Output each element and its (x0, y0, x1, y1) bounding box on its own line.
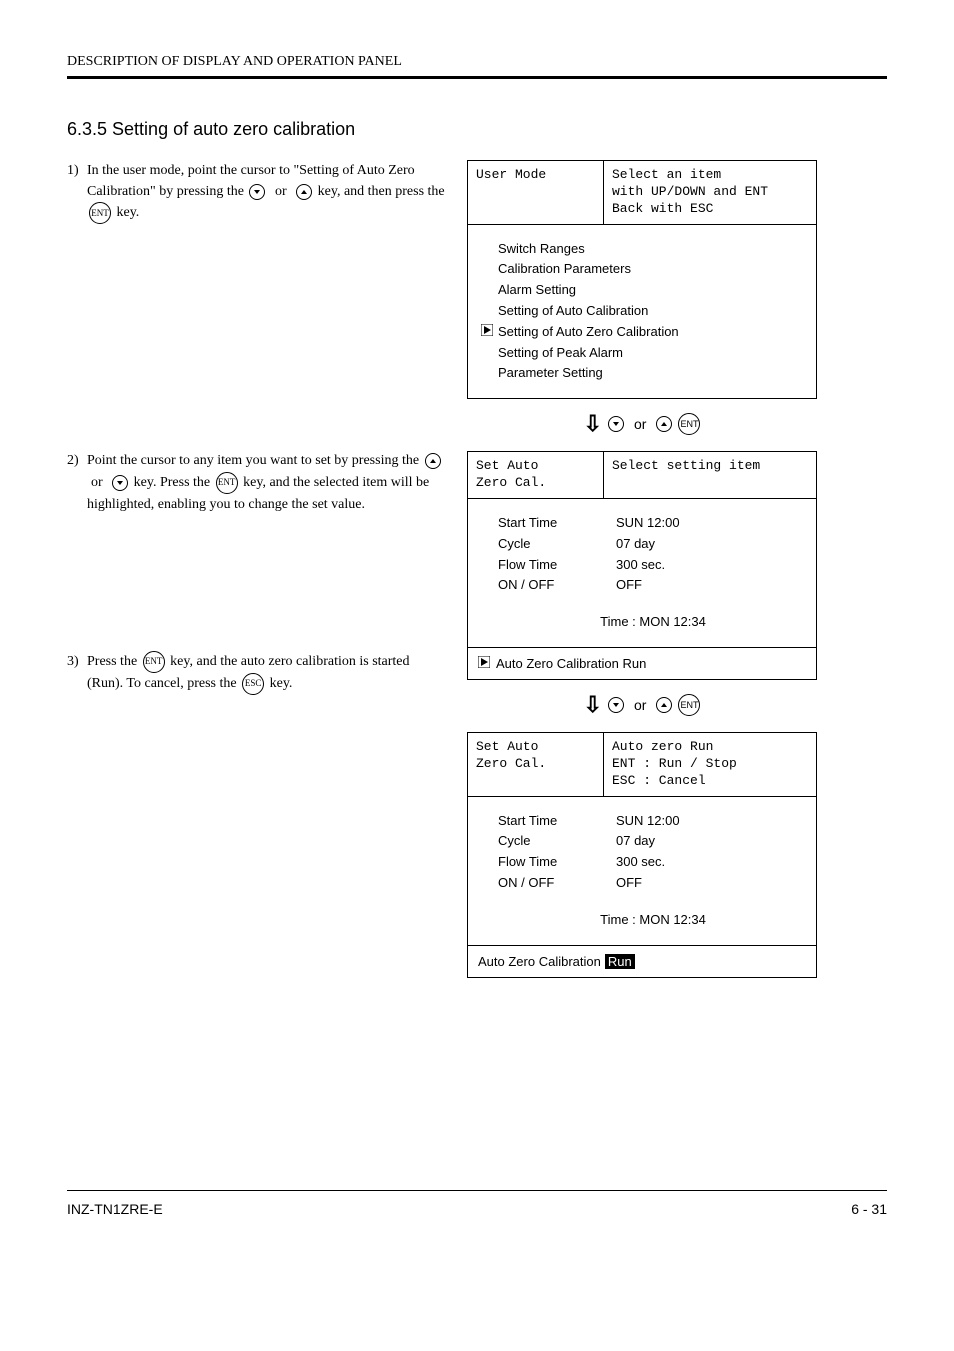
param-value: SUN 12:00 (616, 513, 808, 534)
cursor-icon (478, 656, 490, 671)
footer-left: INZ-TN1ZRE-E (67, 1201, 163, 1217)
screen-title: Zero Cal. (476, 756, 595, 773)
or-text: or (275, 184, 287, 199)
screen-hint: Auto zero Run (612, 739, 808, 756)
time-display: Time : MON 12:34 (498, 910, 808, 931)
param-value: SUN 12:00 (616, 811, 808, 832)
screen-title: Zero Cal. (476, 475, 595, 492)
param-value: 300 sec. (616, 555, 808, 576)
menu-item: Setting of Auto Calibration (498, 301, 648, 322)
instruction-number: 2) (67, 450, 87, 514)
screen-user-mode: User Mode Select an item with UP/DOWN an… (467, 160, 817, 399)
up-arrow-icon (656, 697, 672, 713)
param-value: OFF (616, 575, 808, 596)
param-label: Cycle (498, 831, 616, 852)
or-text: or (634, 697, 646, 713)
screen-hint: Back with ESC (612, 201, 808, 218)
screen-title: Set Auto (476, 739, 595, 756)
down-arrow-icon (608, 697, 624, 713)
param-value: OFF (616, 873, 808, 894)
time-display: Time : MON 12:34 (498, 612, 808, 633)
screen-hint: ENT : Run / Stop (612, 756, 808, 773)
ent-button-icon: ENT (216, 472, 238, 494)
footer-highlight: Run (605, 954, 635, 969)
screen-hint: with UP/DOWN and ENT (612, 184, 808, 201)
param-value: 07 day (616, 534, 808, 555)
param-label: Flow Time (498, 555, 616, 576)
header-rule-thick (67, 76, 887, 79)
instruction-2: 2) Point the cursor to any item you want… (67, 450, 447, 514)
screen-set-auto-zero-cal: Set Auto Zero Cal. Select setting item S… (467, 451, 817, 680)
menu-item: Switch Ranges (498, 239, 585, 260)
screen-hint: Select an item (612, 167, 808, 184)
transition-indicator: ⇩ or ENT (467, 692, 817, 718)
param-value: 300 sec. (616, 852, 808, 873)
ent-button-icon: ENT (89, 202, 111, 224)
screen-hint: ESC : Cancel (612, 773, 808, 790)
param-value: 07 day (616, 831, 808, 852)
param-label: Cycle (498, 534, 616, 555)
down-arrow-icon (608, 416, 624, 432)
footer-action: Auto Zero Calibration (478, 954, 601, 969)
ent-button-icon: ENT (678, 413, 700, 435)
menu-item-selected: Setting of Auto Zero Calibration (498, 322, 679, 343)
instruction-3: 3) Press the ENT key, and the auto zero … (67, 651, 447, 695)
footer-right: 6 - 31 (851, 1201, 887, 1217)
instruction-number: 3) (67, 651, 87, 695)
instruction-text: key. Press the (134, 475, 210, 490)
instruction-text: Press the (87, 654, 137, 669)
esc-button-icon: ESC (242, 673, 264, 695)
instruction-text: Point the cursor to any item you want to… (87, 453, 419, 468)
screen-title: User Mode (468, 161, 603, 224)
instruction-text: key, and then press the (318, 184, 445, 199)
screen-hint: Select setting item (612, 458, 808, 475)
down-arrow-outline-icon: ⇩ (584, 411, 602, 437)
transition-indicator: ⇩ or ENT (467, 411, 817, 437)
screen-auto-zero-run: Set Auto Zero Cal. Auto zero Run ENT : R… (467, 732, 817, 978)
cursor-icon (481, 322, 493, 343)
up-arrow-icon (296, 184, 312, 200)
section-title: 6.3.5 Setting of auto zero calibration (67, 119, 887, 140)
param-label: Start Time (498, 811, 616, 832)
down-arrow-outline-icon: ⇩ (584, 692, 602, 718)
ent-button-icon: ENT (678, 694, 700, 716)
up-arrow-icon (425, 453, 441, 469)
menu-item: Parameter Setting (498, 363, 603, 384)
screen-title: Set Auto (476, 458, 595, 475)
down-arrow-icon (249, 184, 265, 200)
instruction-text: key. (117, 206, 140, 221)
instruction-1: 1) In the user mode, point the cursor to… (67, 160, 447, 224)
or-text: or (91, 475, 103, 490)
up-arrow-icon (656, 416, 672, 432)
param-label: Flow Time (498, 852, 616, 873)
menu-item: Setting of Peak Alarm (498, 343, 623, 364)
footer-action: Auto Zero Calibration Run (496, 656, 646, 671)
instruction-number: 1) (67, 160, 87, 224)
param-label: ON / OFF (498, 575, 616, 596)
menu-item: Alarm Setting (498, 280, 576, 301)
ent-button-icon: ENT (143, 651, 165, 673)
page-header-text: DESCRIPTION OF DISPLAY AND OPERATION PAN… (67, 50, 887, 74)
param-label: Start Time (498, 513, 616, 534)
instruction-text: key. (270, 676, 293, 691)
param-label: ON / OFF (498, 873, 616, 894)
menu-item: Calibration Parameters (498, 259, 631, 280)
down-arrow-icon (112, 475, 128, 491)
or-text: or (634, 416, 646, 432)
